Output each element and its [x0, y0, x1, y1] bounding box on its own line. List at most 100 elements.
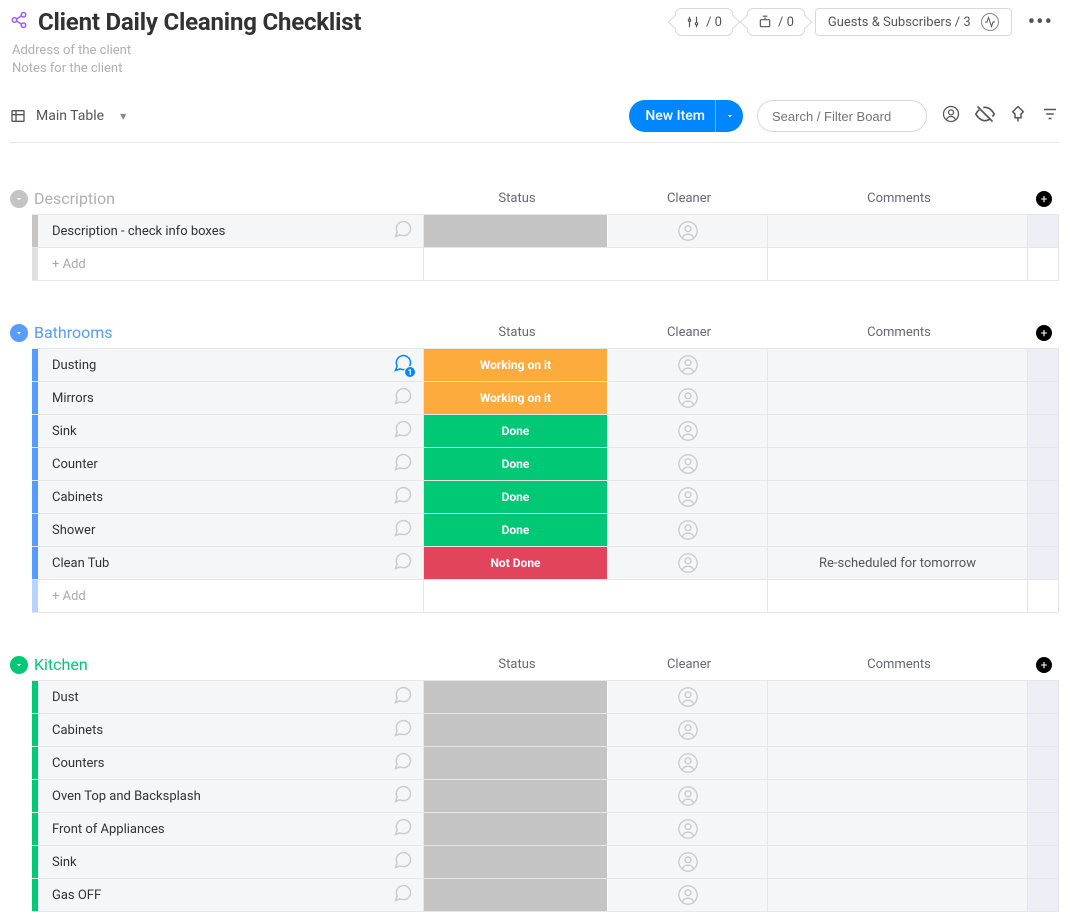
column-header-status[interactable]: Status [425, 325, 609, 341]
status-cell[interactable] [424, 846, 608, 878]
add-column-button[interactable]: + [1036, 657, 1052, 673]
group-collapse-button[interactable] [10, 190, 28, 208]
automations-pill[interactable]: / 0 [747, 8, 805, 36]
table-row[interactable]: Oven Top and Backsplash [32, 780, 1058, 813]
group-name[interactable]: Description [34, 189, 115, 208]
cleaner-cell[interactable] [608, 514, 768, 546]
group-collapse-button[interactable] [10, 656, 28, 674]
status-cell[interactable] [424, 747, 608, 779]
comments-cell[interactable] [768, 415, 1028, 447]
cleaner-cell[interactable] [608, 813, 768, 845]
status-cell[interactable] [424, 780, 608, 812]
board-subtitle[interactable]: Address of the client Notes for the clie… [10, 42, 1059, 78]
chat-icon[interactable] [393, 386, 413, 410]
table-row[interactable]: Front of Appliances [32, 813, 1058, 846]
row-name-cell[interactable]: Counter [38, 448, 424, 480]
pin-icon[interactable] [1009, 105, 1027, 127]
chat-icon[interactable] [393, 219, 413, 243]
group-collapse-button[interactable] [10, 324, 28, 342]
chat-icon[interactable] [393, 518, 413, 542]
cleaner-cell[interactable] [608, 681, 768, 713]
status-cell[interactable]: Done [424, 514, 608, 546]
status-cell[interactable] [424, 681, 608, 713]
table-row[interactable]: Gas OFF [32, 879, 1058, 912]
row-name-cell[interactable]: Gas OFF [38, 879, 424, 911]
row-name-cell[interactable]: Dust [38, 681, 424, 713]
status-cell[interactable]: Working on it [424, 382, 608, 414]
row-name-cell[interactable]: Description - check info boxes [38, 215, 424, 247]
table-row[interactable]: Sink Done [32, 415, 1058, 448]
row-name-cell[interactable]: Shower [38, 514, 424, 546]
status-cell[interactable] [424, 879, 608, 911]
column-header-cleaner[interactable]: Cleaner [609, 325, 769, 341]
comments-cell[interactable]: Re-scheduled for tomorrow [768, 547, 1028, 579]
column-header-comments[interactable]: Comments [769, 325, 1029, 341]
comments-cell[interactable] [768, 813, 1028, 845]
column-header-cleaner[interactable]: Cleaner [609, 657, 769, 673]
comments-cell[interactable] [768, 349, 1028, 381]
row-name-cell[interactable]: Cabinets [38, 714, 424, 746]
cleaner-cell[interactable] [608, 780, 768, 812]
row-name-cell[interactable]: Dusting 1 [38, 349, 424, 381]
chat-icon[interactable] [393, 685, 413, 709]
view-selector[interactable]: Main Table ▾ [10, 108, 126, 124]
chat-icon[interactable] [393, 419, 413, 443]
chat-icon[interactable] [393, 718, 413, 742]
comments-cell[interactable] [768, 747, 1028, 779]
table-row[interactable]: Counters [32, 747, 1058, 780]
column-header-status[interactable]: Status [425, 191, 609, 207]
row-name-cell[interactable]: Sink [38, 415, 424, 447]
table-row[interactable]: Sink [32, 846, 1058, 879]
add-row-label[interactable]: + Add [38, 248, 424, 280]
status-cell[interactable]: Done [424, 448, 608, 480]
guests-pill[interactable]: Guests & Subscribers / 3 [815, 8, 1012, 36]
column-header-cleaner[interactable]: Cleaner [609, 191, 769, 207]
cleaner-cell[interactable] [608, 415, 768, 447]
chat-icon[interactable] [393, 817, 413, 841]
status-cell[interactable]: Working on it [424, 349, 608, 381]
board-title[interactable]: Client Daily Cleaning Checklist [38, 8, 361, 36]
add-row[interactable]: + Add [32, 580, 1058, 613]
row-name-cell[interactable]: Counters [38, 747, 424, 779]
search-input-wrap[interactable] [757, 100, 927, 132]
row-name-cell[interactable]: Cabinets [38, 481, 424, 513]
cleaner-cell[interactable] [608, 879, 768, 911]
status-cell[interactable]: Done [424, 415, 608, 447]
add-column-button[interactable]: + [1036, 191, 1052, 207]
cleaner-cell[interactable] [608, 215, 768, 247]
comments-cell[interactable] [768, 514, 1028, 546]
row-name-cell[interactable]: Clean Tub [38, 547, 424, 579]
chat-icon[interactable] [393, 850, 413, 874]
new-item-dropdown[interactable] [715, 100, 743, 132]
table-row[interactable]: Cabinets Done [32, 481, 1058, 514]
new-item-button[interactable]: New Item [629, 100, 743, 132]
hide-icon[interactable] [975, 104, 995, 128]
group-name[interactable]: Kitchen [34, 655, 88, 674]
cleaner-cell[interactable] [608, 382, 768, 414]
add-row-label[interactable]: + Add [38, 580, 424, 612]
chat-icon[interactable] [393, 784, 413, 808]
integrations-pill[interactable]: / 0 [675, 8, 733, 36]
table-row[interactable]: Description - check info boxes [32, 215, 1058, 248]
search-input[interactable] [772, 109, 912, 124]
cleaner-cell[interactable] [608, 547, 768, 579]
chat-icon[interactable] [393, 485, 413, 509]
table-row[interactable]: Clean Tub Not Done Re-scheduled for tomo… [32, 547, 1058, 580]
add-row[interactable]: + Add [32, 248, 1058, 281]
share-icon[interactable] [10, 11, 28, 33]
row-name-cell[interactable]: Mirrors [38, 382, 424, 414]
table-row[interactable]: Dust [32, 681, 1058, 714]
table-row[interactable]: Counter Done [32, 448, 1058, 481]
comments-cell[interactable] [768, 382, 1028, 414]
cleaner-cell[interactable] [608, 846, 768, 878]
chat-icon[interactable] [393, 452, 413, 476]
column-header-status[interactable]: Status [425, 657, 609, 673]
status-cell[interactable] [424, 215, 608, 247]
row-name-cell[interactable]: Sink [38, 846, 424, 878]
filter-icon[interactable] [1041, 105, 1059, 127]
comments-cell[interactable] [768, 846, 1028, 878]
status-cell[interactable]: Not Done [424, 547, 608, 579]
table-row[interactable]: Mirrors Working on it [32, 382, 1058, 415]
row-name-cell[interactable]: Oven Top and Backsplash [38, 780, 424, 812]
cleaner-cell[interactable] [608, 349, 768, 381]
